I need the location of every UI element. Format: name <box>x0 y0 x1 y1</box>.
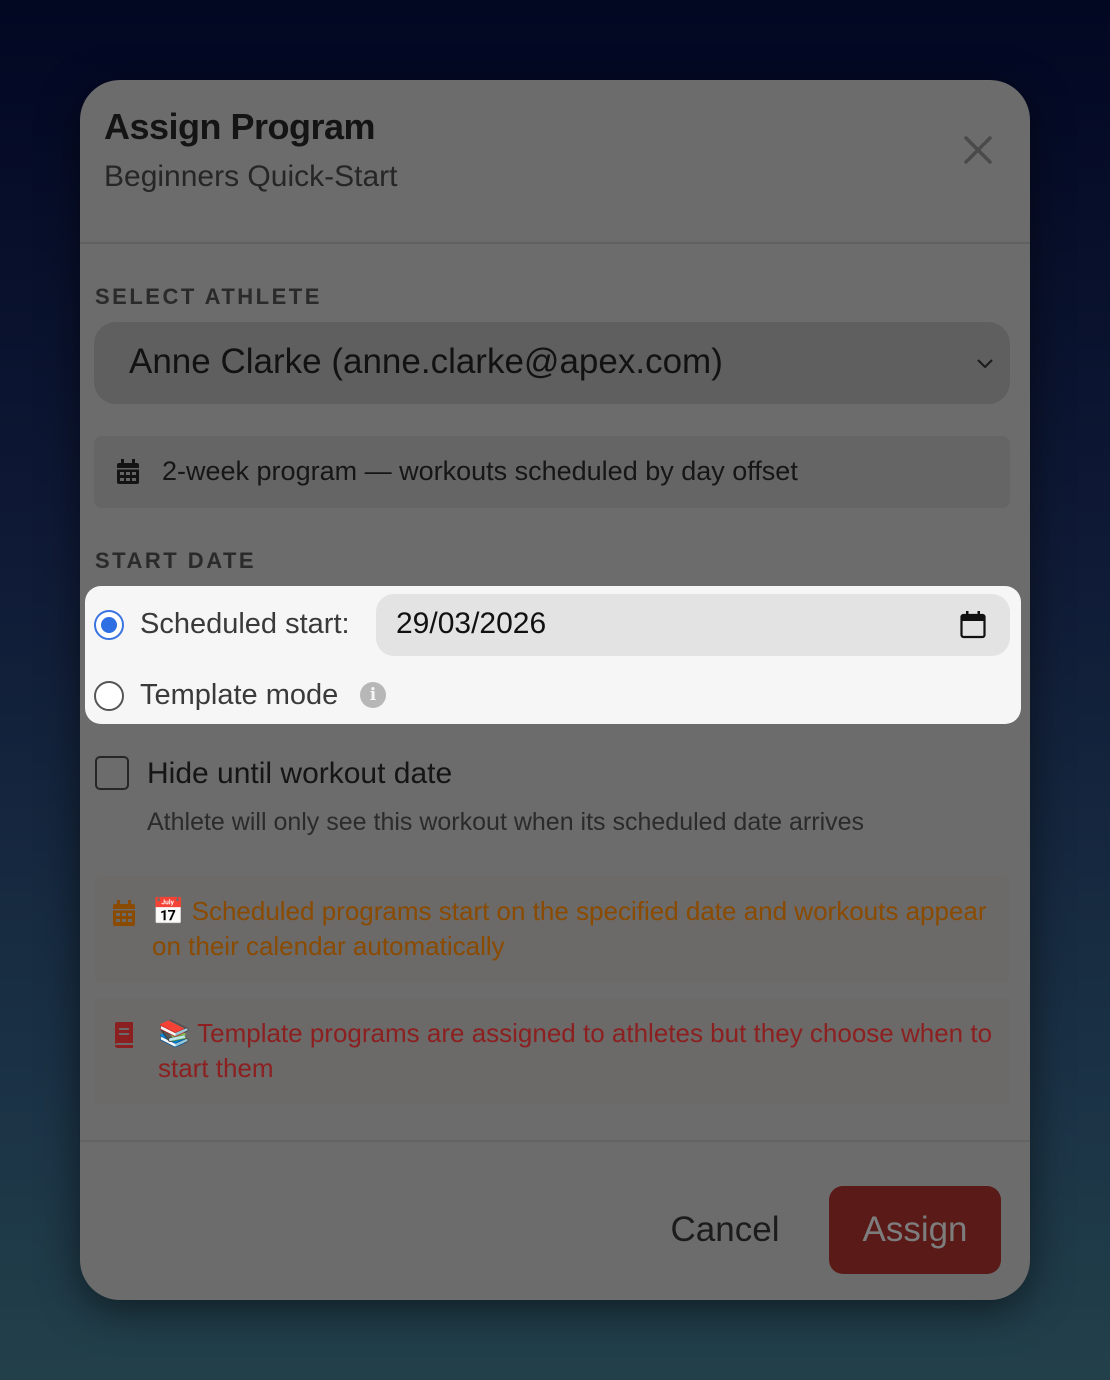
calendar-icon <box>113 900 135 926</box>
footer-divider <box>80 1140 1030 1142</box>
calendar-icon <box>117 459 139 484</box>
athlete-select[interactable]: Anne Clarke (anne.clarke@apex.com) <box>94 322 1010 404</box>
cancel-button[interactable]: Cancel <box>650 1188 800 1272</box>
close-icon <box>964 136 992 164</box>
program-info-text: 2-week program — workouts scheduled by d… <box>162 456 798 486</box>
start-date-label: START DATE <box>95 548 257 573</box>
program-info-box: 2-week program — workouts scheduled by d… <box>94 436 1010 508</box>
modal-header: Assign Program Beginners Quick-Start <box>80 80 1030 244</box>
book-icon <box>115 1022 133 1048</box>
template-mode-label[interactable]: Template mode <box>140 679 338 712</box>
close-button[interactable] <box>958 130 998 170</box>
select-athlete-label: SELECT ATHLETE <box>95 284 322 309</box>
info-icon[interactable]: i <box>360 682 386 708</box>
calendar-picker-icon[interactable] <box>960 611 986 639</box>
scheduled-note: 📅 Scheduled programs start on the specif… <box>94 876 1010 982</box>
scheduled-start-radio[interactable] <box>94 610 124 640</box>
template-mode-radio[interactable] <box>94 681 124 711</box>
hide-until-date-label[interactable]: Hide until workout date <box>147 757 452 791</box>
modal-title: Assign Program <box>104 106 376 147</box>
hide-until-date-help: Athlete will only see this workout when … <box>147 808 865 836</box>
start-date-value: 29/03/2026 <box>396 607 547 640</box>
modal-subtitle: Beginners Quick-Start <box>104 160 398 193</box>
start-date-input[interactable]: 29/03/2026 <box>376 594 1010 656</box>
hide-until-date-checkbox[interactable] <box>95 756 129 790</box>
athlete-select-value: Anne Clarke (anne.clarke@apex.com) <box>129 342 723 381</box>
template-note-text: 📚 Template programs are assigned to athl… <box>158 1018 993 1083</box>
assign-program-modal: Assign Program Beginners Quick-Start SEL… <box>80 80 1030 1300</box>
assign-button[interactable]: Assign <box>829 1186 1001 1274</box>
template-note: 📚 Template programs are assigned to athl… <box>94 998 1010 1104</box>
scheduled-start-label[interactable]: Scheduled start: <box>140 608 350 641</box>
chevron-down-icon <box>977 359 993 369</box>
start-date-options: Scheduled start: 29/03/2026 Template mod… <box>85 586 1021 724</box>
scheduled-note-text: 📅 Scheduled programs start on the specif… <box>152 896 987 961</box>
